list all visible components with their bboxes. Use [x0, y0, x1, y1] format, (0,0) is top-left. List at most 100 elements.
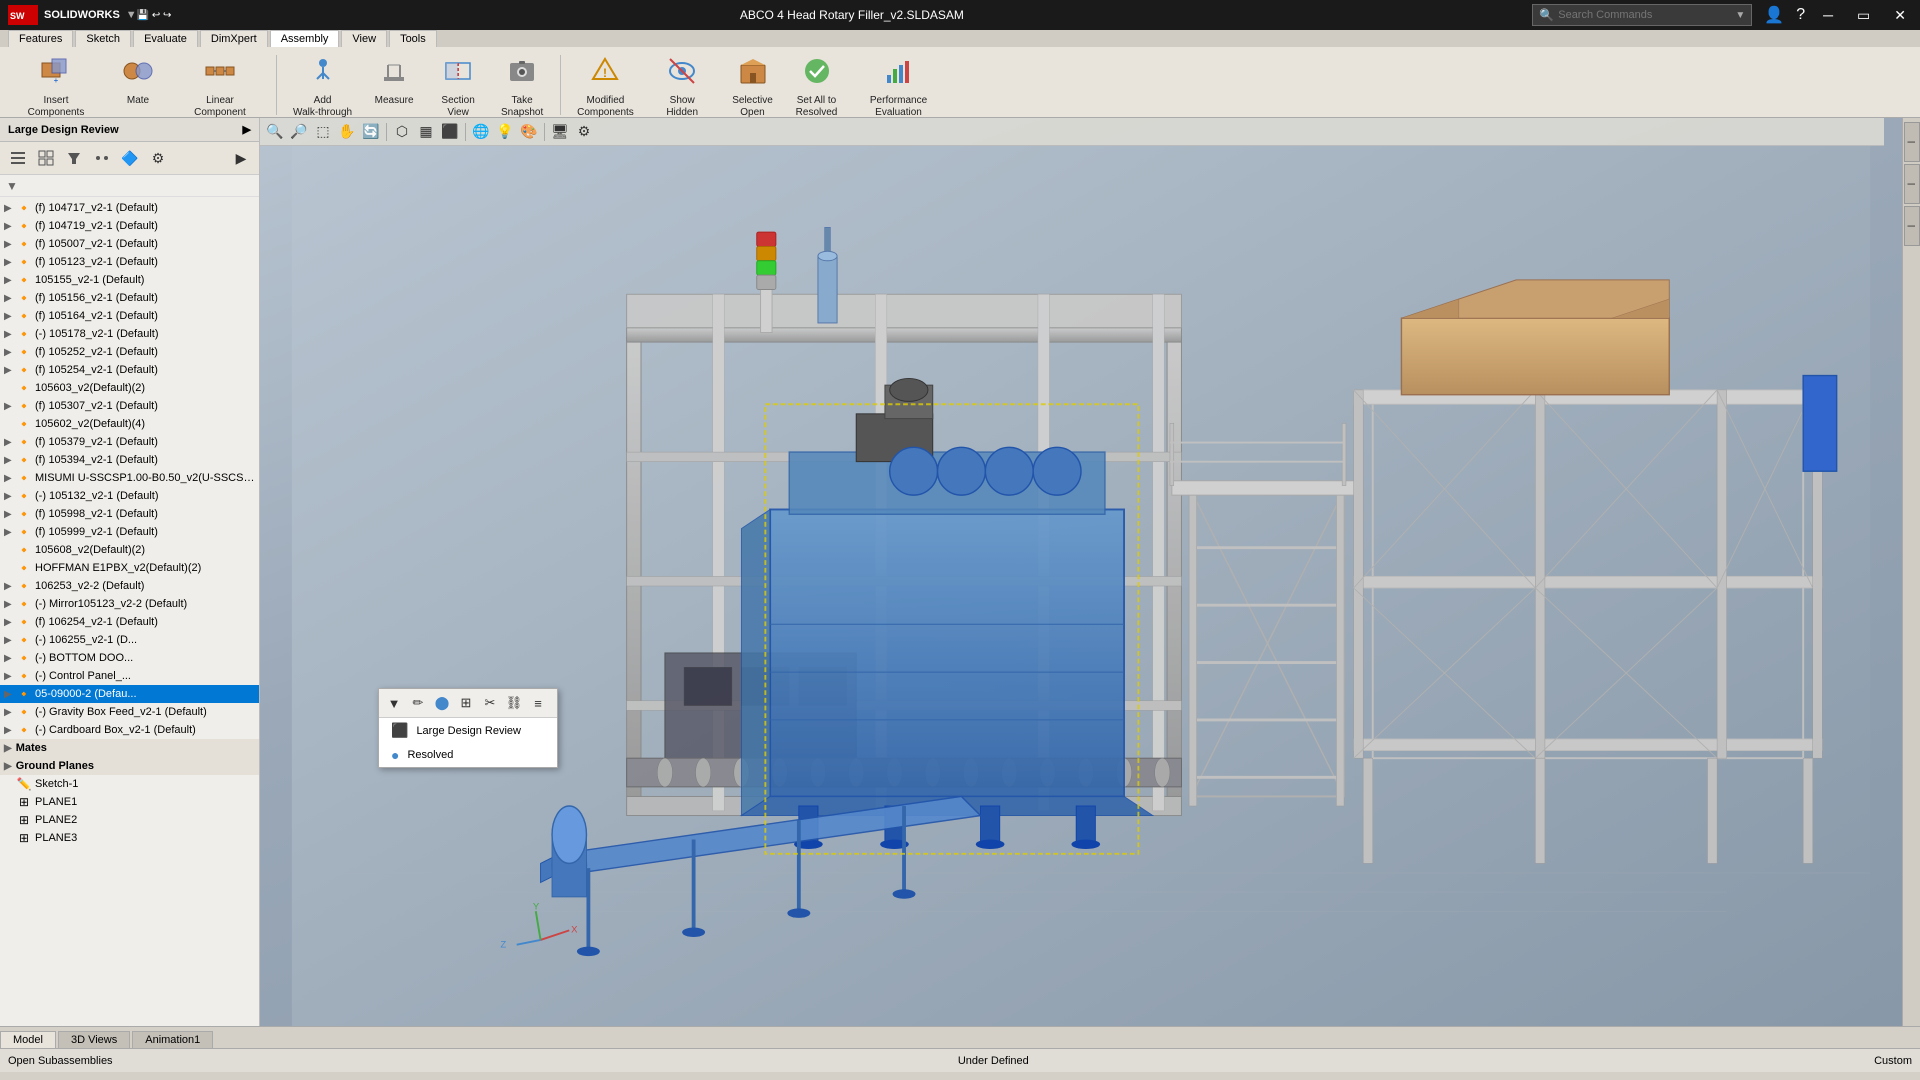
close-button[interactable]: ✕	[1888, 7, 1912, 24]
vp-shaded[interactable]: ⬛	[439, 121, 461, 143]
ctx-link[interactable]: ⛓	[503, 692, 525, 714]
panel-tool-filter[interactable]	[62, 146, 86, 170]
vp-pan[interactable]: ✋	[336, 121, 358, 143]
take-snapshot-button[interactable]: TakeSnapshot	[492, 51, 552, 119]
vp-view-orientation[interactable]: 🌐	[470, 121, 492, 143]
tab-view[interactable]: View	[341, 30, 387, 47]
tree-item-05-09000[interactable]: ▶ 🔸 05-09000-2 (Defau...	[0, 685, 259, 703]
panel-expand-arrow[interactable]: ▶	[243, 123, 251, 136]
mate-button[interactable]: Mate	[108, 51, 168, 119]
tab-3d-views[interactable]: 3D Views	[58, 1031, 130, 1048]
panel-tool-more3[interactable]: ⚙	[146, 146, 170, 170]
minimize-button[interactable]: ─	[1817, 7, 1839, 23]
ctx-dropdown[interactable]: ▼	[383, 692, 405, 714]
vp-scene[interactable]: 💡	[494, 121, 516, 143]
vp-wireframe[interactable]: ▦	[415, 121, 437, 143]
vp-zoom-region[interactable]: 🔎	[288, 121, 310, 143]
tree-item-105603[interactable]: 🔸 105603_v2(Default)(2)	[0, 379, 259, 397]
vp-zoom-box[interactable]: ⬚	[312, 121, 334, 143]
tree-item-105123[interactable]: ▶ 🔸 (f) 105123_v2-1 (Default)	[0, 253, 259, 271]
tree-item-105394[interactable]: ▶ 🔸 (f) 105394_v2-1 (Default)	[0, 451, 259, 469]
tree-item-sketch1[interactable]: ✏️ Sketch-1	[0, 775, 259, 793]
tree-item-hoffman[interactable]: 🔸 HOFFMAN E1PBX_v2(Default)(2)	[0, 559, 259, 577]
tree-item-105007[interactable]: ▶ 🔸 (f) 105007_v2-1 (Default)	[0, 235, 259, 253]
performance-eval-button[interactable]: Performance Evaluation	[851, 51, 947, 119]
tab-animation1[interactable]: Animation1	[132, 1031, 213, 1048]
tree-item-mirror105123[interactable]: ▶ 🔸 (-) Mirror105123_v2-2 (Default)	[0, 595, 259, 613]
panel-tool-list[interactable]	[6, 146, 30, 170]
search-input[interactable]	[1558, 9, 1731, 21]
tree-item-106253[interactable]: ▶ 🔸 106253_v2-2 (Default)	[0, 577, 259, 595]
tree-item-105132[interactable]: ▶ 🔸 (-) 105132_v2-1 (Default)	[0, 487, 259, 505]
tree-item-plane3[interactable]: ⊞ PLANE3	[0, 829, 259, 847]
tab-sketch[interactable]: Sketch	[75, 30, 131, 47]
tree-container[interactable]: ▶ 🔸 (f) 104717_v2-1 (Default) ▶ 🔸 (f) 10…	[0, 197, 259, 1026]
show-hidden-button[interactable]: ShowHiddenComponents	[646, 51, 719, 119]
tree-item-105156[interactable]: ▶ 🔸 (f) 105156_v2-1 (Default)	[0, 289, 259, 307]
search-bar[interactable]: 🔍 ▼	[1532, 4, 1752, 26]
ctx-add[interactable]: ⊞	[455, 692, 477, 714]
restore-button[interactable]: ▭	[1851, 7, 1876, 24]
vp-display-style[interactable]: ⬡	[391, 121, 413, 143]
panel-tool-more2[interactable]: 🔷	[118, 146, 142, 170]
viewport[interactable]: 🔍 🔎 ⬚ ✋ 🔄 ⬡ ▦ ⬛ 🌐 💡 🎨 🖥 ⚙	[260, 118, 1902, 1026]
ctx-edit[interactable]: ✏	[407, 692, 429, 714]
ctx-color[interactable]: ⬤	[431, 692, 453, 714]
modified-components-button[interactable]: ! ModifiedComponents	[569, 51, 642, 119]
ctx-large-design-review[interactable]: ⬛ Large Design Review	[379, 718, 557, 743]
vp-render[interactable]: 🎨	[518, 121, 540, 143]
add-walkthrough-button[interactable]: AddWalk-through	[285, 51, 360, 119]
set-all-resolved-button[interactable]: Set All toResolved	[787, 51, 847, 119]
tree-item-104717[interactable]: ▶ 🔸 (f) 104717_v2-1 (Default)	[0, 199, 259, 217]
tree-item-misumi[interactable]: ▶ 🔸 MISUMI U-SSCSP1.00-B0.50_v2(U-SSCSP(…	[0, 469, 259, 487]
vp-fullscreen[interactable]: 🖥	[549, 121, 571, 143]
tree-item-105254[interactable]: ▶ 🔸 (f) 105254_v2-1 (Default)	[0, 361, 259, 379]
tree-item-105178[interactable]: ▶ 🔸 (-) 105178_v2-1 (Default)	[0, 325, 259, 343]
ground-planes-section[interactable]: ▶ Ground Planes	[0, 757, 259, 775]
tree-item-bottom-door[interactable]: ▶ 🔸 (-) BOTTOM DOO...	[0, 649, 259, 667]
tree-item-plane2[interactable]: ⊞ PLANE2	[0, 811, 259, 829]
tree-item-106254[interactable]: ▶ 🔸 (f) 106254_v2-1 (Default)	[0, 613, 259, 631]
insert-components-button[interactable]: + Insert Components	[8, 51, 104, 119]
ctx-resolved[interactable]: ● Resolved	[379, 743, 557, 767]
panel-tool-table[interactable]	[34, 146, 58, 170]
tab-dimxpert[interactable]: DimXpert	[200, 30, 268, 47]
tree-item-105307[interactable]: ▶ 🔸 (f) 105307_v2-1 (Default)	[0, 397, 259, 415]
tree-item-cardboard[interactable]: ▶ 🔸 (-) Cardboard Box_v2-1 (Default)	[0, 721, 259, 739]
ctx-cut[interactable]: ✂	[479, 692, 501, 714]
ctx-list[interactable]: ≡	[527, 692, 549, 714]
right-btn-1[interactable]: |	[1904, 122, 1920, 162]
panel-tool-more1[interactable]	[90, 146, 114, 170]
tab-evaluate[interactable]: Evaluate	[133, 30, 198, 47]
vp-zoom-fit[interactable]: 🔍	[264, 121, 286, 143]
tree-icon-asm: 🔸	[16, 380, 32, 396]
linear-pattern-button[interactable]: Linear Component Pattern	[172, 51, 268, 119]
tree-item-plane1[interactable]: ⊞ PLANE1	[0, 793, 259, 811]
tree-item-105999[interactable]: ▶ 🔸 (f) 105999_v2-1 (Default)	[0, 523, 259, 541]
tree-item-106255[interactable]: ▶ 🔸 (-) 106255_v2-1 (D...	[0, 631, 259, 649]
right-btn-2[interactable]: |	[1904, 164, 1920, 204]
tree-item-105252[interactable]: ▶ 🔸 (f) 105252_v2-1 (Default)	[0, 343, 259, 361]
right-btn-3[interactable]: |	[1904, 206, 1920, 246]
tree-item-105602[interactable]: 🔸 105602_v2(Default)(4)	[0, 415, 259, 433]
tree-item-105998[interactable]: ▶ 🔸 (f) 105998_v2-1 (Default)	[0, 505, 259, 523]
tab-tools[interactable]: Tools	[389, 30, 437, 47]
tree-item-control-panel[interactable]: ▶ 🔸 (-) Control Panel_...	[0, 667, 259, 685]
vp-rotate[interactable]: 🔄	[360, 121, 382, 143]
tree-icon-asm: 🔸	[16, 416, 32, 432]
tab-model[interactable]: Model	[0, 1031, 56, 1048]
vp-settings[interactable]: ⚙	[573, 121, 595, 143]
mates-section[interactable]: ▶ Mates	[0, 739, 259, 757]
tab-features[interactable]: Features	[8, 30, 73, 47]
section-view-button[interactable]: SectionView	[428, 51, 488, 119]
tree-item-105379[interactable]: ▶ 🔸 (f) 105379_v2-1 (Default)	[0, 433, 259, 451]
measure-button[interactable]: Measure	[364, 51, 424, 119]
tree-item-gravity-box[interactable]: ▶ 🔸 (-) Gravity Box Feed_v2-1 (Default)	[0, 703, 259, 721]
tab-assembly[interactable]: Assembly	[270, 30, 340, 47]
panel-collapse[interactable]: ▶	[229, 146, 253, 170]
tree-item-105155[interactable]: ▶ 🔸 105155_v2-1 (Default)	[0, 271, 259, 289]
selective-open-button[interactable]: SelectiveOpen	[723, 51, 783, 119]
tree-item-105608[interactable]: 🔸 105608_v2(Default)(2)	[0, 541, 259, 559]
tree-item-104719[interactable]: ▶ 🔸 (f) 104719_v2-1 (Default)	[0, 217, 259, 235]
tree-item-105164[interactable]: ▶ 🔸 (f) 105164_v2-1 (Default)	[0, 307, 259, 325]
